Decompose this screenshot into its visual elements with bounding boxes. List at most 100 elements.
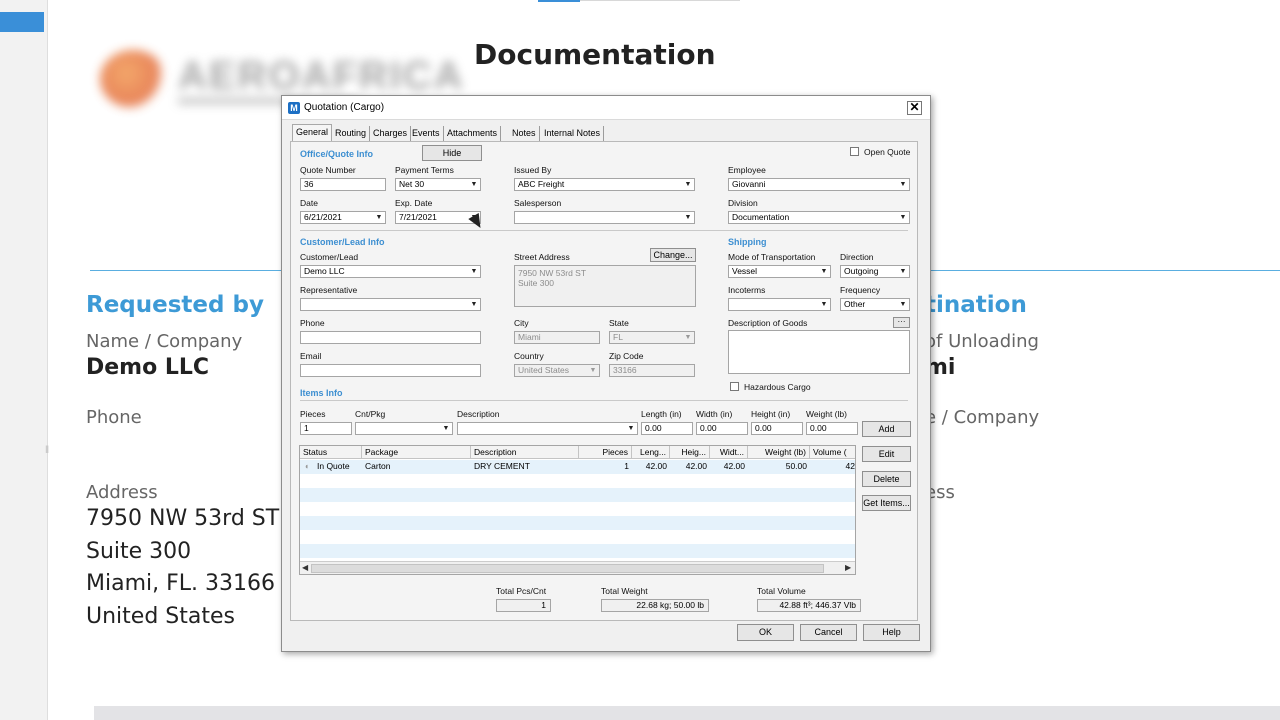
chevron-down-icon[interactable]: ▼	[468, 266, 480, 277]
column-header-description[interactable]: Description	[471, 446, 579, 459]
more-options-icon[interactable]: ···	[893, 317, 910, 328]
chevron-down-icon[interactable]: ▼	[818, 299, 830, 310]
customer-lead-info-heading: Customer/Lead Info	[300, 237, 385, 247]
chevron-down-icon[interactable]: ▼	[818, 266, 830, 277]
width-field[interactable]: 0.00	[696, 422, 748, 435]
exp-date-value: 7/21/2021	[399, 212, 437, 222]
ok-button[interactable]: OK	[737, 624, 794, 641]
representative-select[interactable]: ▼	[300, 298, 481, 311]
tab-internal-notes[interactable]: Internal Notes	[541, 126, 605, 141]
scroll-right-icon[interactable]: ▶	[845, 563, 851, 572]
date-picker[interactable]: 6/21/2021 ▼	[300, 211, 386, 224]
chevron-down-icon[interactable]: ▼	[440, 423, 452, 434]
employee-select[interactable]: Giovanni ▼	[728, 178, 910, 191]
chevron-down-icon[interactable]: ▼	[587, 365, 599, 376]
height-field[interactable]: 0.00	[751, 422, 803, 435]
frequency-select[interactable]: Other ▼	[840, 298, 910, 311]
state-select[interactable]: FL ▼	[609, 331, 695, 344]
resize-grip-icon[interactable]: ‖	[45, 445, 49, 457]
tab-general[interactable]: General	[292, 124, 333, 142]
column-header-width[interactable]: Widt...	[710, 446, 748, 459]
requested-by-heading: Requested by	[86, 292, 264, 318]
chevron-down-icon[interactable]: ▼	[897, 299, 909, 310]
top-tab-track	[580, 0, 740, 1]
help-button[interactable]: Help	[863, 624, 920, 641]
hazardous-cargo-label: Hazardous Cargo	[744, 382, 811, 392]
country-select[interactable]: United States ▼	[514, 364, 600, 377]
weight-field[interactable]: 0.00	[806, 422, 858, 435]
section-divider	[300, 400, 908, 401]
phone-label: Phone	[300, 318, 325, 328]
division-select[interactable]: Documentation ▼	[728, 211, 910, 224]
row-status: In Quote	[317, 461, 350, 471]
division-value: Documentation	[732, 212, 790, 222]
cancel-button[interactable]: Cancel	[800, 624, 857, 641]
street-line: Suite 300	[518, 278, 554, 288]
hide-button[interactable]: Hide	[422, 145, 482, 161]
phone-field[interactable]	[300, 331, 481, 344]
status-icon: ◖	[304, 461, 310, 471]
chevron-down-icon[interactable]: ▼	[682, 332, 694, 343]
chevron-down-icon[interactable]: ▼	[468, 179, 480, 190]
chevron-down-icon[interactable]: ▼	[897, 266, 909, 277]
bottom-scroll-track[interactable]	[94, 706, 1280, 720]
horizontal-scrollbar[interactable]: ◀ ▶	[300, 561, 855, 574]
pieces-field[interactable]: 1	[300, 422, 352, 435]
chevron-down-icon[interactable]: ▼	[682, 179, 694, 190]
column-header-status[interactable]: Status	[300, 446, 362, 459]
close-icon[interactable]: ✕	[907, 101, 922, 115]
incoterms-select[interactable]: ▼	[728, 298, 831, 311]
street-address-field[interactable]: 7950 NW 53rd ST Suite 300	[514, 265, 696, 307]
quote-number-field[interactable]: 36	[300, 178, 386, 191]
zip-code-field[interactable]: 33166	[609, 364, 695, 377]
rail-active-marker[interactable]	[0, 12, 44, 32]
height-label: Height (in)	[751, 409, 791, 419]
hazardous-cargo-checkbox[interactable]	[730, 382, 739, 391]
column-header-weight[interactable]: Weight (lb)	[748, 446, 810, 459]
dialog-titlebar[interactable]: M Quotation (Cargo) ✕	[282, 96, 930, 120]
total-weight-label: Total Weight	[601, 586, 648, 596]
logo-wordmark: AEROAFRICA	[178, 54, 465, 98]
payment-terms-select[interactable]: Net 30 ▼	[395, 178, 481, 191]
tab-events[interactable]: Events	[409, 126, 444, 141]
description-of-goods-field[interactable]	[728, 330, 910, 374]
edit-item-button[interactable]: Edit	[862, 446, 911, 462]
tab-routing[interactable]: Routing	[332, 126, 371, 141]
chevron-down-icon[interactable]: ▼	[682, 212, 694, 223]
add-item-button[interactable]: Add	[862, 421, 911, 437]
scroll-left-icon[interactable]: ◀	[302, 563, 308, 572]
length-field[interactable]: 0.00	[641, 422, 693, 435]
payment-terms-label: Payment Terms	[395, 165, 454, 175]
items-grid[interactable]: Status Package Description Pieces Leng..…	[299, 445, 856, 575]
item-description-select[interactable]: ▼	[457, 422, 638, 435]
chevron-down-icon[interactable]: ▼	[373, 212, 385, 223]
chevron-down-icon[interactable]: ▼	[897, 212, 909, 223]
open-quote-checkbox[interactable]	[850, 147, 859, 156]
tab-notes[interactable]: Notes	[509, 126, 540, 141]
chevron-down-icon[interactable]: ▼	[897, 179, 909, 190]
column-header-package[interactable]: Package	[362, 446, 471, 459]
table-row[interactable]: ◖ In Quote Carton DRY CEMENT 1 42.00 42.…	[300, 460, 855, 474]
chevron-down-icon[interactable]: ▼	[468, 299, 480, 310]
get-items-button[interactable]: Get Items...	[862, 495, 911, 511]
mode-of-transportation-select[interactable]: Vessel ▼	[728, 265, 831, 278]
change-address-button[interactable]: Change...	[650, 248, 696, 262]
cnt-pkg-select[interactable]: ▼	[355, 422, 453, 435]
city-field[interactable]: Miami	[514, 331, 600, 344]
column-header-length[interactable]: Leng...	[632, 446, 670, 459]
tab-charges[interactable]: Charges	[370, 126, 412, 141]
direction-select[interactable]: Outgoing ▼	[840, 265, 910, 278]
incoterms-label: Incoterms	[728, 285, 766, 295]
issued-by-select[interactable]: ABC Freight ▼	[514, 178, 695, 191]
tab-attachments[interactable]: Attachments	[444, 126, 502, 141]
delete-item-button[interactable]: Delete	[862, 471, 911, 487]
scrollbar-thumb[interactable]	[311, 564, 824, 573]
column-header-height[interactable]: Heig...	[670, 446, 710, 459]
column-header-pieces[interactable]: Pieces	[579, 446, 632, 459]
row-width: 42.00	[723, 461, 745, 471]
email-field[interactable]	[300, 364, 481, 377]
column-header-volume[interactable]: Volume (	[810, 446, 855, 459]
salesperson-select[interactable]: ▼	[514, 211, 695, 224]
chevron-down-icon[interactable]: ▼	[625, 423, 637, 434]
customer-lead-select[interactable]: Demo LLC ▼	[300, 265, 481, 278]
